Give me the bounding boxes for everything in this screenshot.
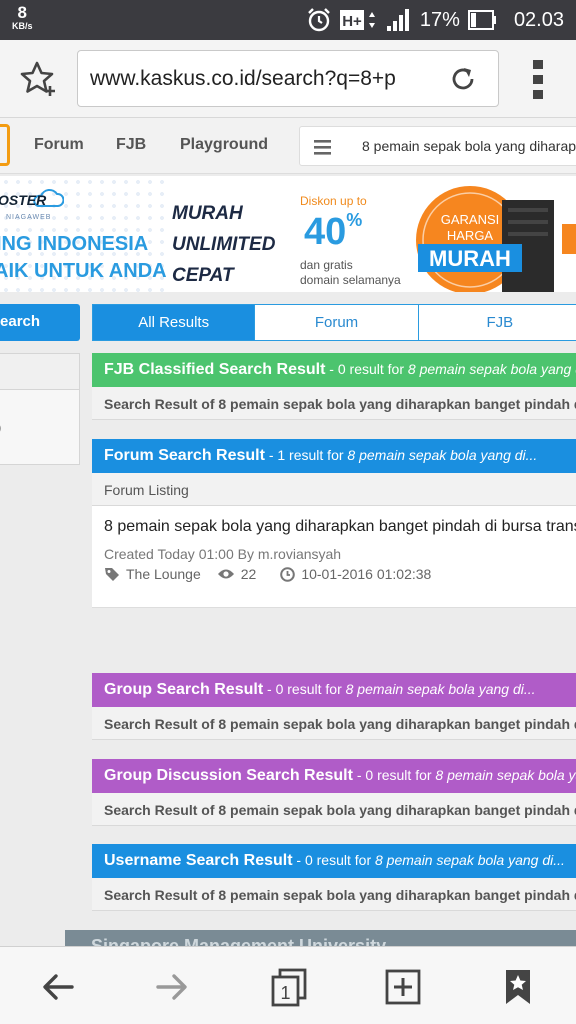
url-text[interactable]: www.kaskus.co.id/search?q=8+p (90, 67, 430, 91)
new-tab-icon[interactable] (383, 967, 423, 1007)
thread-date: 10-01-2016 01:02:38 (301, 566, 432, 582)
banner-word-cepat: CEPAT (172, 265, 234, 286)
ad-banner[interactable]: OSTER NIAGAWEB ING INDONESIA AIK UNTUK A… (0, 176, 576, 292)
thread-forum[interactable]: The Lounge (126, 566, 201, 582)
group-discussion-result-header[interactable]: Group Discussion Search Result - 0 resul… (92, 759, 576, 793)
price-guarantee-badge: GARANSI HARGA MURAH (416, 186, 576, 292)
result-tabs: All Results Forum FJB (92, 304, 576, 341)
net-speed-value: 8 (17, 3, 27, 22)
browser-toolbar: www.kaskus.co.id/search?q=8+p (0, 40, 576, 118)
fjb-result-section: FJB Classified Search Result - 0 result … (92, 353, 576, 420)
banner-discount-label: Diskon up to (300, 194, 367, 208)
group-result-header[interactable]: Group Search Result - 0 result for 8 pem… (92, 673, 576, 707)
sidebar-filter-header (0, 354, 79, 390)
nav-item-playground[interactable]: Playground (180, 136, 268, 154)
thread-item[interactable]: 8 pemain sepak bola yang diharapkan bang… (92, 506, 576, 608)
bookmarks-icon[interactable] (498, 967, 538, 1007)
status-bar: 8 KB/s H+ 17% 02.03 (0, 0, 576, 40)
thread-info: The Lounge 22 10-01-2016 01:02:38 (104, 566, 431, 582)
banner-features: MURAH UNLIMITED CEPAT (172, 198, 275, 291)
site-nav: Forum FJB Playground 8 pemain sepak bola… (0, 118, 576, 174)
battery-percent: 17% (419, 8, 460, 31)
clock: 02.03 (513, 8, 564, 31)
fjb-result-header[interactable]: FJB Classified Search Result - 0 result … (92, 353, 576, 387)
banner-word-murah: MURAH (172, 203, 243, 224)
clock-icon (280, 566, 296, 582)
sidebar-search-button[interactable]: Search (0, 304, 80, 341)
alarm-icon (308, 8, 330, 32)
forum-listing-label: Forum Listing (92, 473, 576, 506)
tab-all-results[interactable]: All Results (92, 304, 256, 341)
banner-line-1: ING INDONESIA (0, 233, 149, 255)
svg-text:GARANSI: GARANSI (441, 212, 500, 227)
tab-forum[interactable]: Forum (255, 304, 419, 341)
banner-line-2: AIK UNTUK ANDA (0, 260, 167, 282)
tag-icon (105, 568, 119, 581)
thread-views: 22 (240, 566, 257, 582)
net-speed-unit: KB/s (12, 21, 33, 31)
banner-word-unlimited: UNLIMITED (172, 234, 276, 255)
username-result-section: Username Search Result - 0 result for 8 … (92, 844, 576, 911)
eye-icon (217, 569, 234, 579)
tab-fjb[interactable]: FJB (418, 304, 576, 341)
thread-title[interactable]: 8 pemain sepak bola yang diharapkan bang… (104, 518, 576, 536)
banner-logo: OSTER (0, 192, 47, 208)
group-discussion-result-section: Group Discussion Search Result - 0 resul… (92, 759, 576, 826)
nav-item-forum[interactable]: Forum (34, 136, 84, 154)
site-search-field[interactable]: 8 pemain sepak bola yang diharapkan (299, 126, 576, 166)
username-result-summary: Search Result of 8 pemain sepak bola yan… (92, 878, 576, 911)
forward-arrow-icon[interactable] (152, 967, 192, 1007)
overflow-menu-icon[interactable] (529, 58, 547, 100)
battery-icon (467, 10, 496, 30)
network-type-icon: H+ (339, 10, 375, 30)
thread-meta: Created Today 01:00 By m.roviansyah (104, 546, 342, 562)
signal-icon (386, 9, 409, 31)
group-discussion-result-summary: Search Result of 8 pemain sepak bola yan… (92, 793, 576, 826)
banner-free-domain: dan gratis domain selamanya (300, 258, 401, 287)
group-result-summary: Search Result of 8 pemain sepak bola yan… (92, 707, 576, 740)
username-result-header[interactable]: Username Search Result - 0 result for 8 … (92, 844, 576, 878)
status-icons: H+ 17% 02.03 (306, 7, 564, 33)
svg-text:MURAH: MURAH (429, 246, 511, 271)
sidebar-filter-fragment: ) (0, 420, 1, 435)
browser-bottom-bar: 1 (0, 946, 576, 1024)
forum-result-header[interactable]: Forum Search Result - 1 result for 8 pem… (92, 439, 576, 473)
tabs-icon[interactable]: 1 (269, 967, 309, 1007)
hamburger-icon[interactable] (312, 137, 336, 157)
banner-discount-value: 40% (304, 210, 363, 253)
site-search-input[interactable]: 8 pemain sepak bola yang diharapkan (362, 138, 576, 154)
group-result-section: Group Search Result - 0 result for 8 pem… (92, 673, 576, 740)
url-bar[interactable]: www.kaskus.co.id/search?q=8+p (77, 50, 499, 107)
net-speed: 8 KB/s (12, 4, 33, 31)
tab-count: 1 (280, 983, 290, 1003)
reload-icon[interactable] (448, 64, 478, 94)
site-logo[interactable] (0, 124, 10, 166)
banner-logo-sub: NIAGAWEB (6, 214, 52, 221)
bookmark-star-icon[interactable] (20, 60, 58, 98)
fjb-result-summary: Search Result of 8 pemain sepak bola yan… (92, 387, 576, 420)
svg-text:HARGA: HARGA (447, 228, 494, 243)
forum-result-section: Forum Search Result - 1 result for 8 pem… (92, 439, 576, 506)
back-arrow-icon[interactable] (38, 967, 78, 1007)
nav-item-fjb[interactable]: FJB (116, 136, 146, 154)
sidebar-filter-box: ) (0, 353, 80, 465)
network-type: H+ (342, 13, 362, 30)
